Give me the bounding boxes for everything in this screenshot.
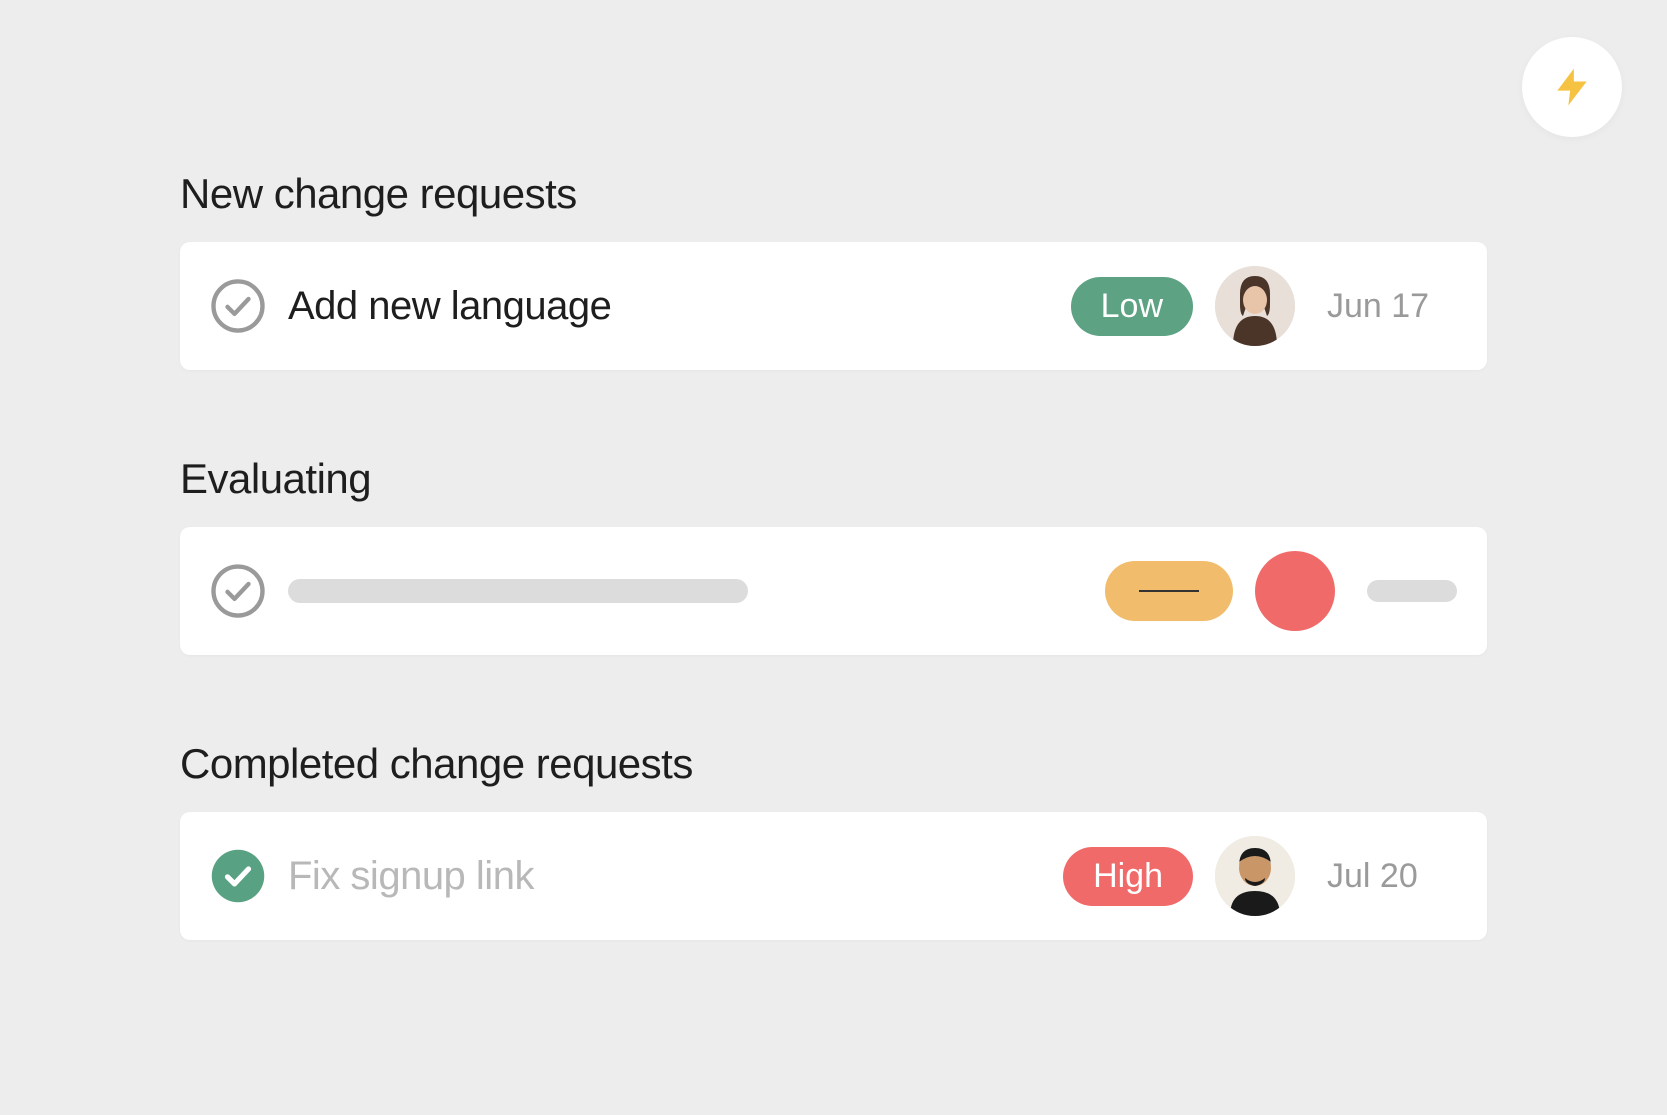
priority-badge-placeholder[interactable]: [1105, 561, 1233, 621]
section-completed-change-requests: Completed change requests Fix signup lin…: [180, 740, 1487, 940]
assignee-avatar[interactable]: [1215, 266, 1295, 346]
task-title-placeholder: [288, 579, 1083, 603]
priority-badge-low[interactable]: Low: [1071, 277, 1193, 336]
assignee-avatar[interactable]: [1215, 836, 1295, 916]
due-date: Jul 20: [1327, 857, 1457, 896]
section-evaluating: Evaluating: [180, 455, 1487, 655]
section-title: New change requests: [180, 170, 1487, 218]
task-row[interactable]: Fix signup link High Jul 20: [180, 812, 1487, 940]
section-title: Evaluating: [180, 455, 1487, 503]
automation-bolt-button[interactable]: [1522, 37, 1622, 137]
assignee-avatar-placeholder[interactable]: [1255, 551, 1335, 631]
priority-badge-high[interactable]: High: [1063, 847, 1193, 906]
main-content: New change requests Add new language Low: [0, 0, 1667, 940]
section-title: Completed change requests: [180, 740, 1487, 788]
due-date-placeholder: [1367, 580, 1457, 602]
due-date: Jun 17: [1327, 287, 1457, 326]
bolt-icon: [1550, 65, 1594, 109]
complete-checkbox[interactable]: [210, 278, 266, 334]
task-row[interactable]: Add new language Low Jun 17: [180, 242, 1487, 370]
complete-checkbox-completed[interactable]: [210, 848, 266, 904]
task-title: Add new language: [288, 284, 1049, 329]
task-title: Fix signup link: [288, 854, 1041, 899]
section-new-change-requests: New change requests Add new language Low: [180, 170, 1487, 370]
complete-checkbox[interactable]: [210, 563, 266, 619]
task-row[interactable]: [180, 527, 1487, 655]
